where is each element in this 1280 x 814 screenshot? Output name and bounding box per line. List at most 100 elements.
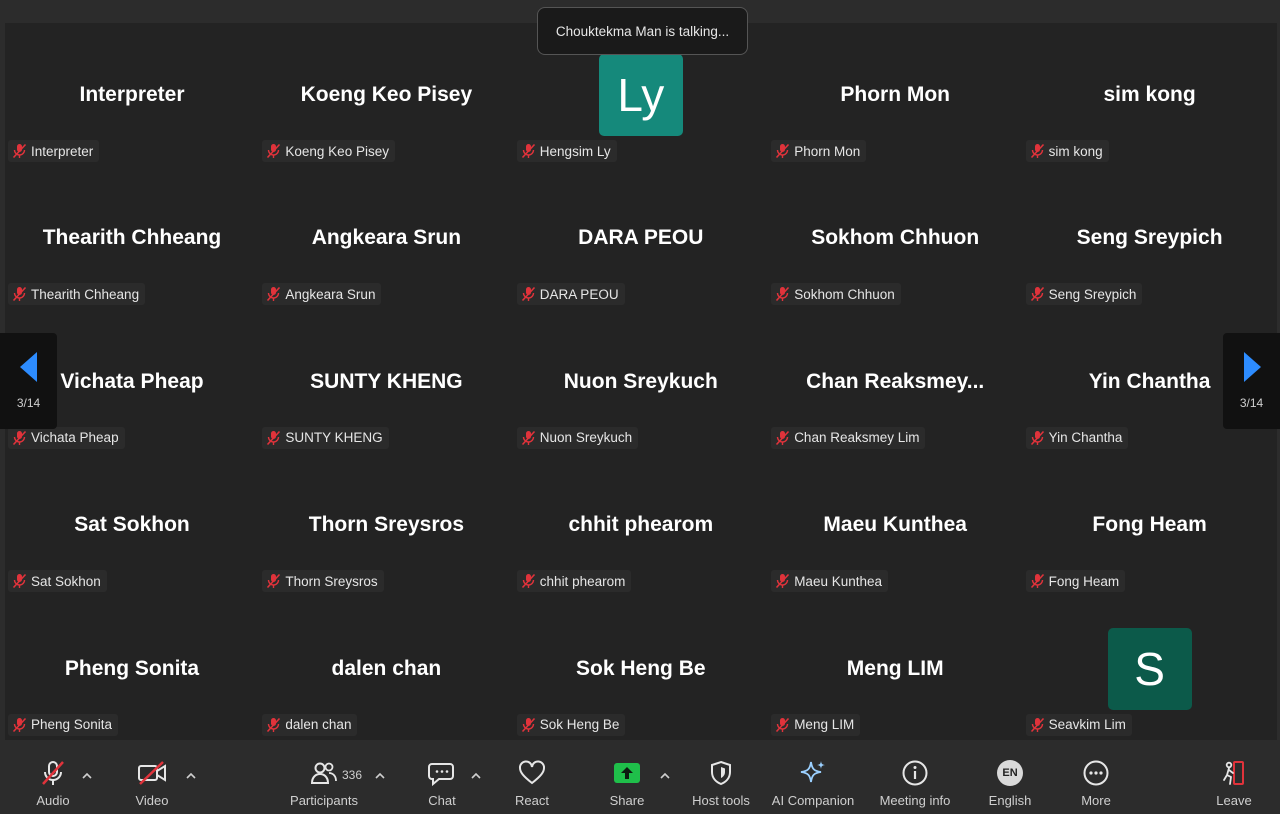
participant-display-name: dalen chan <box>331 656 442 680</box>
mic-muted-icon <box>267 287 281 302</box>
participant-tile[interactable]: Chan Reaksmey... Chan Reaksmey Lim <box>768 309 1023 453</box>
chevron-up-icon <box>471 772 481 779</box>
participant-name-label: Maeu Kunthea <box>794 573 883 589</box>
participant-tile[interactable]: Thorn Sreysros Thorn Sreysros <box>259 453 514 597</box>
participant-name-tag: Seng Sreypich <box>1025 283 1143 306</box>
leave-label: Leave <box>1216 793 1252 808</box>
participant-name-label: Nuon Sreykuch <box>539 430 633 446</box>
mic-muted-icon <box>12 287 27 302</box>
chevron-up-icon <box>660 772 670 779</box>
ai-companion-button[interactable]: AI Companion <box>768 758 858 814</box>
participant-tile[interactable]: SUNTY KHENG SUNTY KHENG <box>259 309 514 453</box>
participant-tile[interactable]: Angkeara Srun Angkeara Srun <box>259 166 514 310</box>
participant-tile[interactable]: Sok Heng Be Sok Heng Be <box>513 596 768 740</box>
mic-muted-icon <box>1030 430 1044 445</box>
language-badge-text: EN <box>1002 767 1018 779</box>
participant-display-name: Sok Heng Be <box>576 656 706 680</box>
participant-name-label: Seng Sreypich <box>1048 286 1137 302</box>
video-button[interactable]: Video <box>130 758 174 814</box>
participant-display-name: SUNTY KHENG <box>310 369 463 393</box>
video-options-caret[interactable] <box>184 768 198 782</box>
participant-name-tag: chhit phearom <box>516 570 632 593</box>
language-label: English <box>988 793 1032 808</box>
page-indicator: 3/14 <box>1239 396 1264 410</box>
share-screen-button[interactable]: Share <box>605 758 649 814</box>
more-button[interactable]: More <box>1074 758 1118 814</box>
participant-tile[interactable]: chhit phearom chhit phearom <box>513 453 768 597</box>
mic-muted-icon <box>521 574 535 589</box>
participant-tile[interactable]: S Seavkim Lim <box>1022 596 1277 740</box>
participant-tile[interactable]: Maeu Kunthea Maeu Kunthea <box>768 453 1023 597</box>
participant-name-tag: Seavkim Lim <box>1025 713 1132 736</box>
meeting-info-label: Meeting info <box>879 793 951 808</box>
participant-tile[interactable]: Sat Sokhon Sat Sokhon <box>5 453 259 597</box>
participant-tile[interactable]: Meng LIM Meng LIM <box>768 596 1023 740</box>
participant-name-tag: SUNTY KHENG <box>262 426 389 449</box>
participant-tile[interactable]: Seng Sreypich Seng Sreypich <box>1022 166 1277 310</box>
mic-muted-icon <box>12 143 27 159</box>
audio-label: Audio <box>36 793 70 808</box>
participants-button[interactable]: Participants <box>288 758 360 814</box>
participant-name-label: SUNTY KHENG <box>285 430 383 446</box>
participant-name-label: Sok Heng Be <box>539 717 620 733</box>
video-label: Video <box>135 793 169 808</box>
participant-tile[interactable]: Fong Heam Fong Heam <box>1022 453 1277 597</box>
participant-name-label: Thearith Chheang <box>31 286 140 302</box>
participants-count: 336 <box>342 768 363 782</box>
participant-display-name: Thearith Chheang <box>42 226 222 250</box>
participant-display-name: Thorn Sreysros <box>308 513 464 537</box>
share-label: Share <box>609 793 645 808</box>
arrow-right-icon <box>1243 352 1261 382</box>
mic-muted-icon <box>521 430 535 445</box>
participant-display-name: Fong Heam <box>1092 513 1207 537</box>
participant-name-tag: Meng LIM <box>771 713 861 736</box>
mic-muted-icon <box>1030 287 1044 302</box>
participant-display-name: Sokhom Chhuon <box>811 226 980 250</box>
audio-options-caret[interactable] <box>80 768 94 782</box>
language-button[interactable]: EN English <box>985 758 1035 814</box>
participant-name-label: Pheng Sonita <box>31 717 113 733</box>
participant-name-label: Meng LIM <box>794 717 855 733</box>
participant-name-tag: Hengsim Ly <box>516 140 617 162</box>
meeting-info-button[interactable]: Meeting info <box>874 758 956 814</box>
participant-display-name: Angkeara Srun <box>311 226 462 250</box>
participant-name-tag: Vichata Pheap <box>8 426 125 449</box>
participants-options-caret[interactable] <box>373 768 387 782</box>
participant-name-tag: Interpreter <box>8 140 100 162</box>
react-button[interactable]: React <box>510 758 554 814</box>
participant-tile[interactable]: dalen chan dalen chan <box>259 596 514 740</box>
host-tools-button[interactable]: Host tools <box>688 758 754 814</box>
info-icon <box>902 760 928 786</box>
participant-tile[interactable]: DARA PEOU DARA PEOU <box>513 166 768 310</box>
participant-name-tag: Angkeara Srun <box>262 283 382 306</box>
participant-tile[interactable]: Pheng Sonita Pheng Sonita <box>5 596 259 740</box>
participant-display-name: Interpreter <box>79 83 185 106</box>
participant-avatar: S <box>1107 627 1192 710</box>
ai-sparkle-icon <box>800 761 825 783</box>
mic-muted-icon <box>267 717 281 732</box>
previous-page-button[interactable]: 3/14 <box>0 333 57 429</box>
share-options-caret[interactable] <box>658 768 672 782</box>
chat-options-caret[interactable] <box>469 768 483 782</box>
leave-button[interactable]: Leave <box>1212 758 1256 814</box>
page-indicator: 3/14 <box>16 396 41 410</box>
participant-tile[interactable]: Thearith Chheang Thearith Chheang <box>5 166 259 310</box>
chat-button[interactable]: Chat <box>421 758 463 814</box>
participant-tile[interactable]: Phorn Mon Phorn Mon <box>768 23 1023 166</box>
participant-name-label: Sokhom Chhuon <box>794 286 895 302</box>
mic-muted-icon <box>521 287 535 302</box>
participant-tile[interactable]: Nuon Sreykuch Nuon Sreykuch <box>513 309 768 453</box>
participant-tile[interactable]: Interpreter Interpreter <box>5 23 259 166</box>
participant-tile[interactable]: sim kong sim kong <box>1022 23 1277 166</box>
participant-name-tag: Thorn Sreysros <box>262 570 384 593</box>
participant-display-name: Seng Sreypich <box>1076 226 1223 250</box>
audio-button[interactable]: Audio <box>30 758 76 814</box>
participant-name-label: Seavkim Lim <box>1048 717 1126 733</box>
participant-display-name: Maeu Kunthea <box>823 513 967 537</box>
meeting-window: Interpreter Interpreter Koeng Keo Pisey Koe… <box>0 0 1280 814</box>
participant-name-label: Hengsim Ly <box>539 143 611 159</box>
shield-icon <box>711 760 731 786</box>
participant-tile[interactable]: Koeng Keo Pisey Koeng Keo Pisey <box>259 23 514 166</box>
participant-tile[interactable]: Sokhom Chhuon Sokhom Chhuon <box>768 166 1023 310</box>
next-page-button[interactable]: 3/14 <box>1223 333 1280 429</box>
